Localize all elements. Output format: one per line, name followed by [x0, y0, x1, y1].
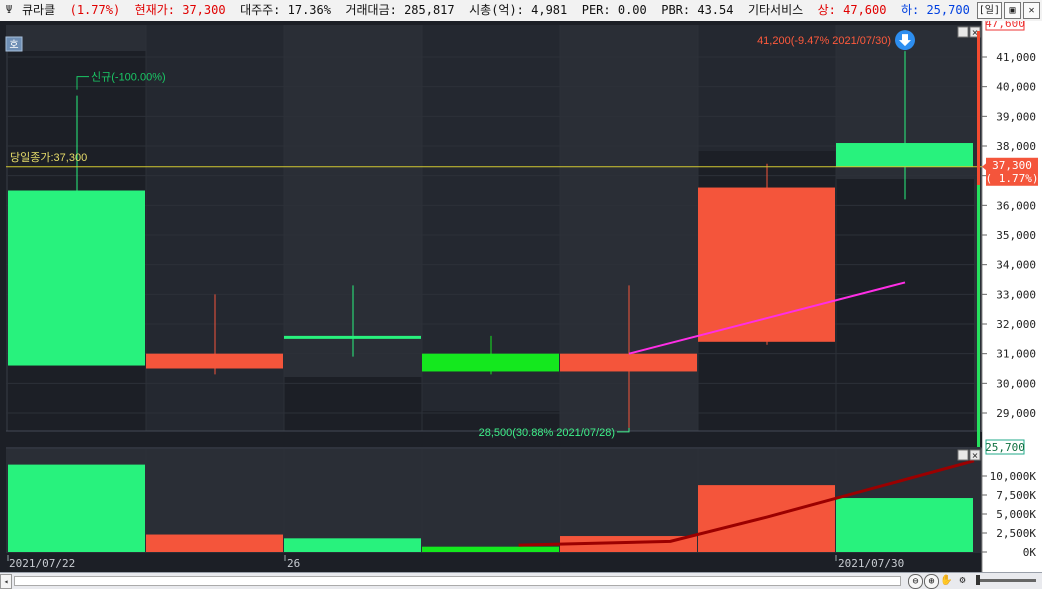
- daily-range-bar-down: [977, 185, 980, 447]
- lower-limit-label: 하:: [900, 3, 920, 17]
- trade-value: 거래대금: 285,817: [345, 3, 455, 17]
- price-tick-label: 35,000: [996, 229, 1036, 242]
- volume-bar: [284, 538, 421, 552]
- restore-button[interactable]: ▣: [1004, 2, 1021, 19]
- mode-button-label: 호: [9, 39, 18, 51]
- stock-summary: 큐라클 (1.77%) 현재가: 37,300 대주주: 17.36% 거래대금…: [22, 0, 970, 21]
- volume-bar: [146, 534, 283, 552]
- price-tick-label: 31,000: [996, 348, 1036, 361]
- tools-icon[interactable]: Ψ: [2, 3, 16, 17]
- candle-body: [422, 353, 559, 372]
- price-tick-label: 34,000: [996, 259, 1036, 272]
- price-tick-label: 33,000: [996, 288, 1036, 301]
- current-price: 37,300: [182, 3, 226, 17]
- chart-area: 41,00040,00039,00038,00037,00036,00035,0…: [0, 21, 1042, 572]
- volume-tick-label: 5,000K: [996, 508, 1036, 521]
- market-cap: 시총(억): 4,981: [469, 3, 568, 17]
- chart-window: Ψ 큐라클 (1.77%) 현재가: 37,300 대주주: 17.36% 거래…: [0, 0, 1042, 589]
- settings-icon[interactable]: ⚙: [956, 574, 969, 587]
- hand-icon[interactable]: ✋: [940, 574, 953, 587]
- price-tick-label: 38,000: [996, 140, 1036, 153]
- major-holder: 대주주: 17.36%: [240, 3, 331, 17]
- zoom-out-icon[interactable]: ⊖: [908, 574, 923, 589]
- price-tick-label: 40,000: [996, 81, 1036, 94]
- lower-limit: 25,700: [926, 3, 970, 17]
- volume-tick-label: 0K: [1023, 546, 1037, 559]
- candle-body: [284, 335, 421, 339]
- candle-body: [146, 353, 283, 369]
- volume-bar: [422, 546, 559, 552]
- zoom-in-icon[interactable]: ⊕: [924, 574, 939, 589]
- pbr-value: PBR: 43.54: [661, 3, 734, 17]
- new-listing-annotation: 신규(-100.00%): [91, 71, 166, 84]
- volume-tick-label: 2,500K: [996, 527, 1036, 540]
- period-button[interactable]: [일]: [976, 2, 1002, 19]
- current-price-tag-value: 37,300: [992, 159, 1032, 172]
- high-annotation: 41,200(-9.47% 2021/07/30): [757, 35, 891, 47]
- date-label-mid: 26: [287, 557, 300, 570]
- price-panel-maximize-button[interactable]: [957, 26, 969, 38]
- volume-bar: [8, 464, 145, 552]
- sector: 기타서비스: [747, 3, 804, 17]
- price-tick-label: 30,000: [996, 377, 1036, 390]
- upper-limit-label: 상:: [817, 3, 836, 17]
- date-label-end: 2021/07/30: [838, 557, 904, 570]
- date-label-start: 2021/07/22: [9, 557, 75, 570]
- period-column-shadow: [284, 377, 422, 431]
- price-tick-label: 36,000: [996, 199, 1036, 212]
- price-tick-label: 39,000: [996, 110, 1036, 123]
- price-tick-label: 32,000: [996, 318, 1036, 331]
- current-price-tag-percent: ( 1.77%): [986, 172, 1039, 185]
- volume-panel-close-icon: ✕: [972, 452, 979, 461]
- zoom-slider[interactable]: [976, 579, 1036, 582]
- scroll-track[interactable]: [14, 576, 901, 586]
- change-percent: (1.77%): [69, 3, 121, 17]
- price-tick-label: 41,000: [996, 51, 1036, 64]
- window-buttons: [일] ▣ ✕: [976, 2, 1040, 19]
- volume-bar: [836, 498, 973, 552]
- period-column: [284, 25, 422, 431]
- price-label: 현재가:: [134, 3, 175, 17]
- arrow-down-icon: [895, 30, 915, 51]
- horizontal-scrollbar[interactable]: ◂ ⊖ ⊕ ✋ ⚙: [0, 572, 1042, 589]
- volume-tick-label: 7,500K: [996, 489, 1036, 502]
- scroll-left-button[interactable]: ◂: [0, 574, 12, 589]
- candle-body: [560, 353, 697, 372]
- zoom-slider-knob[interactable]: [976, 575, 980, 585]
- lower-limit-tag-text: 25,700: [985, 441, 1025, 454]
- volume-panel-maximize-button[interactable]: [957, 449, 969, 461]
- period-column-shadow: [836, 179, 974, 431]
- close-annotation: 당일종가:37,300: [10, 150, 87, 164]
- title-bar: Ψ 큐라클 (1.77%) 현재가: 37,300 대주주: 17.36% 거래…: [0, 0, 1042, 22]
- stock-name: 큐라클: [22, 3, 56, 17]
- candle-body: [8, 190, 145, 366]
- low-annotation: 28,500(30.88% 2021/07/28): [479, 427, 615, 439]
- candle-body: [836, 143, 973, 167]
- price-tick-label: 29,000: [996, 407, 1036, 420]
- upper-limit: 47,600: [843, 3, 887, 17]
- upper-limit-tag-text: 47,600: [985, 21, 1025, 30]
- close-button[interactable]: ✕: [1023, 2, 1040, 19]
- per-value: PER: 0.00: [581, 3, 647, 17]
- volume-tick-label: 10,000K: [990, 470, 1037, 483]
